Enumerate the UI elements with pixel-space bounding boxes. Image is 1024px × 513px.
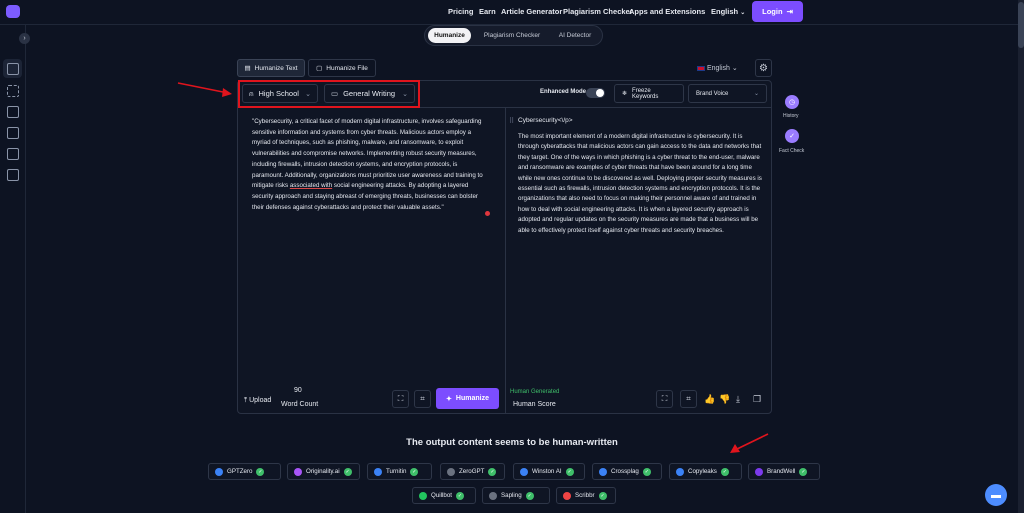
arrow-to-dropdowns (177, 82, 232, 97)
scrollbar-thumb[interactable] (1018, 2, 1024, 48)
arrow-to-copyleaks (730, 433, 769, 453)
chat-support-icon[interactable]: ▬ (985, 484, 1007, 506)
scrollbar[interactable] (1018, 0, 1024, 513)
annotation-arrows (177, 82, 769, 453)
